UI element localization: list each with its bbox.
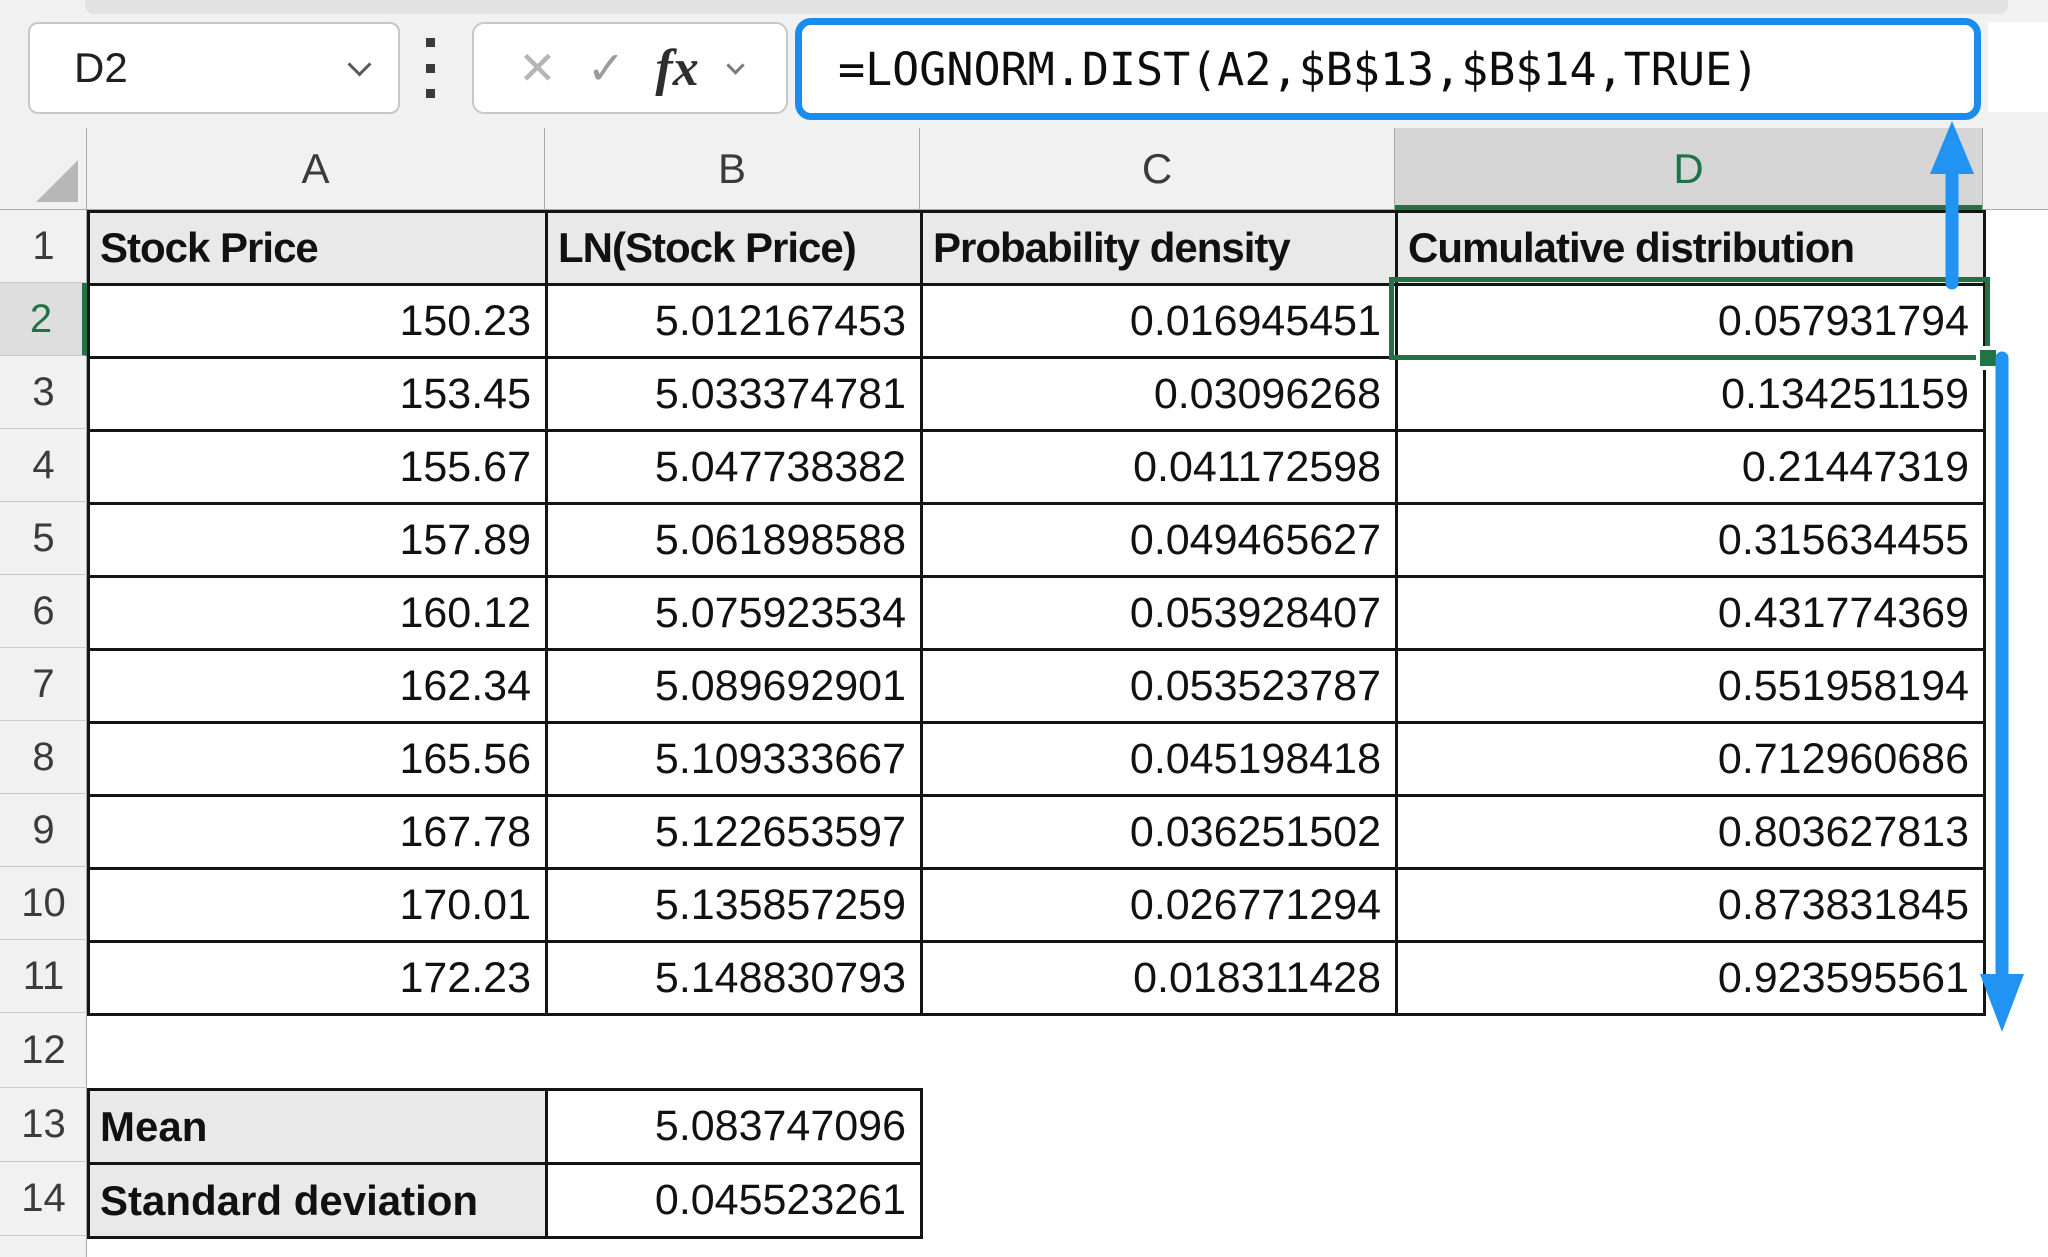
insert-function-icon[interactable]: fx xyxy=(655,39,698,98)
name-box-value: D2 xyxy=(74,44,128,92)
formula-bar[interactable]: =LOGNORM.DIST(A2,$B$13,$B$14,TRUE) xyxy=(795,18,1981,120)
data-table: Stock Price LN(Stock Price) Probability … xyxy=(87,210,1986,1016)
cell-C8[interactable]: 0.045198418 xyxy=(923,724,1398,797)
cell-A2[interactable]: 150.23 xyxy=(90,286,548,359)
row-header-10[interactable]: 10 xyxy=(0,867,87,940)
cell-D6[interactable]: 0.431774369 xyxy=(1398,578,1986,651)
row-header-13[interactable]: 13 xyxy=(0,1088,87,1162)
cell-B2[interactable]: 5.012167453 xyxy=(548,286,923,359)
column-header-d[interactable]: D xyxy=(1395,128,1983,210)
cell-C1[interactable]: Probability density xyxy=(923,213,1398,286)
cell-A8[interactable]: 165.56 xyxy=(90,724,548,797)
cell-D3[interactable]: 0.134251159 xyxy=(1398,359,1986,432)
formula-action-box: ✕ ✓ fx xyxy=(472,22,788,114)
cell-A4[interactable]: 155.67 xyxy=(90,432,548,505)
cell-C2[interactable]: 0.016945451 xyxy=(923,286,1398,359)
name-box[interactable]: D2 xyxy=(28,22,400,114)
cell-C5[interactable]: 0.049465627 xyxy=(923,505,1398,578)
cell-B11[interactable]: 5.148830793 xyxy=(548,943,923,1016)
cell-D11[interactable]: 0.923595561 xyxy=(1398,943,1986,1016)
row-header-7[interactable]: 7 xyxy=(0,648,87,721)
row-header-14[interactable]: 14 xyxy=(0,1162,87,1236)
cell-A10[interactable]: 170.01 xyxy=(90,870,548,943)
row-header-column: 1 2 3 4 5 6 7 8 9 10 11 12 13 14 xyxy=(0,210,87,1257)
cell-C10[interactable]: 0.026771294 xyxy=(923,870,1398,943)
select-all-corner[interactable] xyxy=(0,128,87,210)
cell-B1[interactable]: LN(Stock Price) xyxy=(548,213,923,286)
cell-D1[interactable]: Cumulative distribution xyxy=(1398,213,1986,286)
cell-B7[interactable]: 5.089692901 xyxy=(548,651,923,724)
cell-D9[interactable]: 0.803627813 xyxy=(1398,797,1986,870)
row-header-11[interactable]: 11 xyxy=(0,940,87,1013)
enter-icon[interactable]: ✓ xyxy=(587,41,626,95)
fx-chevron-down-icon[interactable] xyxy=(726,56,744,74)
row-header-5[interactable]: 5 xyxy=(0,502,87,575)
cell-D2[interactable]: 0.057931794 xyxy=(1398,286,1986,359)
cell-D7[interactable]: 0.551958194 xyxy=(1398,651,1986,724)
cell-C3[interactable]: 0.03096268 xyxy=(923,359,1398,432)
cell-B4[interactable]: 5.047738382 xyxy=(548,432,923,505)
row-header-9[interactable]: 9 xyxy=(0,794,87,867)
cell-A5[interactable]: 157.89 xyxy=(90,505,548,578)
stats-table: Mean 5.083747096 Standard deviation 0.04… xyxy=(87,1088,923,1239)
cell-A6[interactable]: 160.12 xyxy=(90,578,548,651)
cell-B3[interactable]: 5.033374781 xyxy=(548,359,923,432)
row-header-1[interactable]: 1 xyxy=(0,210,87,283)
cell-B10[interactable]: 5.135857259 xyxy=(548,870,923,943)
row-header-12[interactable]: 12 xyxy=(0,1013,87,1088)
cell-C9[interactable]: 0.036251502 xyxy=(923,797,1398,870)
row-header-2[interactable]: 2 xyxy=(0,283,87,356)
toolbar-right-spacer xyxy=(1988,22,2048,112)
cell-A11[interactable]: 172.23 xyxy=(90,943,548,1016)
column-header-c[interactable]: C xyxy=(920,128,1395,210)
cell-A9[interactable]: 167.78 xyxy=(90,797,548,870)
cell-D10[interactable]: 0.873831845 xyxy=(1398,870,1986,943)
arrow-fill-down-icon xyxy=(1980,358,2024,1032)
row-header-4[interactable]: 4 xyxy=(0,429,87,502)
row-header-15[interactable] xyxy=(0,1236,87,1257)
cell-D5[interactable]: 0.315634455 xyxy=(1398,505,1986,578)
row-header-6[interactable]: 6 xyxy=(0,575,87,648)
column-header-b[interactable]: B xyxy=(545,128,920,210)
cell-A14[interactable]: Standard deviation xyxy=(90,1165,548,1239)
cell-C6[interactable]: 0.053928407 xyxy=(923,578,1398,651)
cell-B13[interactable]: 5.083747096 xyxy=(548,1091,923,1165)
cancel-icon[interactable]: ✕ xyxy=(518,41,557,95)
cell-A1[interactable]: Stock Price xyxy=(90,213,548,286)
cell-A3[interactable]: 153.45 xyxy=(90,359,548,432)
cell-C7[interactable]: 0.053523787 xyxy=(923,651,1398,724)
cell-B5[interactable]: 5.061898588 xyxy=(548,505,923,578)
cell-B6[interactable]: 5.075923534 xyxy=(548,578,923,651)
cell-C11[interactable]: 0.018311428 xyxy=(923,943,1398,1016)
column-header-a[interactable]: A xyxy=(87,128,545,210)
cell-B8[interactable]: 5.109333667 xyxy=(548,724,923,797)
row-header-3[interactable]: 3 xyxy=(0,356,87,429)
row-header-8[interactable]: 8 xyxy=(0,721,87,794)
formula-toolbar: D2 ✕ ✓ fx =LOGNORM.DIST(A2,$B$13,$B$14,T… xyxy=(0,0,2048,128)
cell-B14[interactable]: 0.045523261 xyxy=(548,1165,923,1239)
cell-B9[interactable]: 5.122653597 xyxy=(548,797,923,870)
separator-dots-icon xyxy=(426,38,435,98)
cell-A7[interactable]: 162.34 xyxy=(90,651,548,724)
cell-D8[interactable]: 0.712960686 xyxy=(1398,724,1986,797)
fill-handle[interactable] xyxy=(1976,346,2000,370)
cell-D4[interactable]: 0.21447319 xyxy=(1398,432,1986,505)
excel-sheet-view: D2 ✕ ✓ fx =LOGNORM.DIST(A2,$B$13,$B$14,T… xyxy=(0,0,2048,1257)
formula-input-value: =LOGNORM.DIST(A2,$B$13,$B$14,TRUE) xyxy=(802,43,1759,96)
ribbon-bottom-strip xyxy=(85,0,2008,14)
cell-A13[interactable]: Mean xyxy=(90,1091,548,1165)
chevron-down-icon[interactable] xyxy=(347,52,371,76)
select-all-triangle-icon xyxy=(36,160,78,202)
cell-C4[interactable]: 0.041172598 xyxy=(923,432,1398,505)
